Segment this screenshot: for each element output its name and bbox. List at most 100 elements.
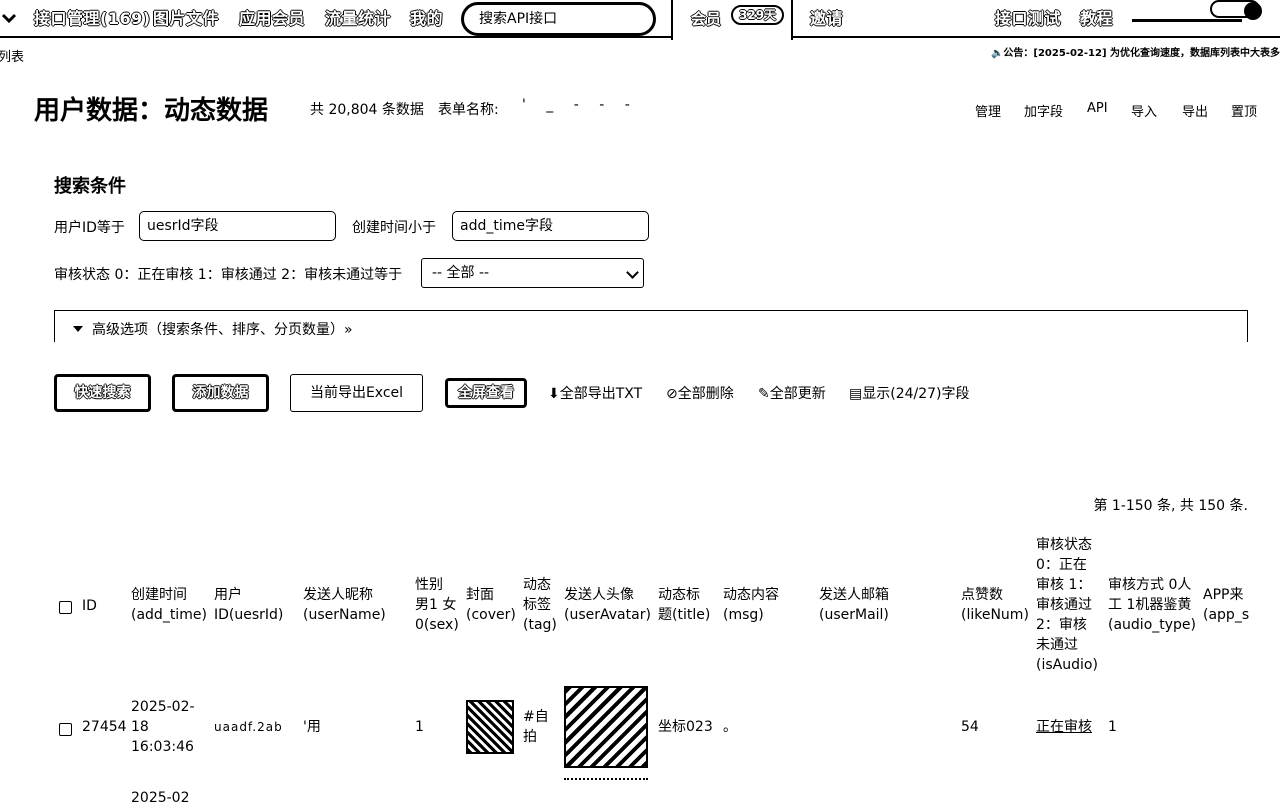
col-label: 0(sex)	[415, 617, 459, 633]
form-name-label: 表单名称:	[438, 102, 499, 118]
col-sex[interactable]: 性别 男1 女 0(sex)	[415, 575, 459, 635]
cell-text: 2025-02-	[131, 699, 195, 715]
update-all-label: 全部更新	[769, 386, 826, 402]
col-label: 工 1机器鉴黄	[1108, 597, 1192, 613]
col-label: 点赞数	[961, 587, 1003, 603]
user-id-input[interactable]: uesrId字段	[139, 211, 336, 241]
col-user-avatar[interactable]: 发送人头像 (userAvatar)	[564, 585, 651, 625]
col-label: (app_s	[1203, 607, 1250, 623]
pagination-summary: 第 1-150 条, 共 150 条.	[1093, 498, 1248, 514]
fullscreen-button[interactable]: 全屏查看	[445, 378, 527, 408]
col-title[interactable]: 动态标 题(title)	[658, 585, 710, 625]
audit-status-link[interactable]: 正在审核	[1036, 717, 1092, 737]
chevron-down-icon[interactable]	[0, 8, 18, 28]
quick-search-button[interactable]: 快速搜索	[54, 374, 151, 412]
col-label: 发送人昵称	[303, 587, 373, 603]
cell-id: 27454	[82, 719, 127, 735]
col-id[interactable]: ID	[82, 596, 97, 616]
col-label: 创建时间	[131, 587, 187, 603]
nav-api-manage[interactable]: 接口管理(169)	[34, 6, 151, 32]
vip-tab[interactable]: 会员 329天	[671, 0, 793, 40]
col-like-num[interactable]: 点赞数 (likeNum)	[961, 585, 1029, 625]
row-checkbox[interactable]	[59, 723, 72, 736]
user-avatar-image[interactable]	[564, 686, 648, 768]
col-label: (userAvatar)	[564, 607, 651, 623]
col-msg[interactable]: 动态内容 (msg)	[723, 585, 779, 625]
select-all-checkbox[interactable]	[59, 601, 72, 614]
export-excel-button[interactable]: 当前导出Excel	[290, 374, 423, 412]
col-label: 题(title)	[658, 607, 711, 623]
advanced-options[interactable]: 高级选项（搜索条件、排序、分页数量）»	[54, 310, 1248, 342]
delete-all-link[interactable]: ⊘全部删除	[666, 383, 734, 403]
action-export[interactable]: 导出	[1182, 101, 1208, 120]
col-user-id[interactable]: 用户 ID(uesrId)	[214, 585, 283, 625]
col-label: 0：正在	[1036, 557, 1087, 573]
col-label: 审核通过	[1036, 597, 1092, 613]
col-tag[interactable]: 动态 标签 (tag)	[523, 575, 557, 635]
col-user-name[interactable]: 发送人昵称 (userName)	[303, 585, 386, 625]
cell-sex: 1	[415, 719, 424, 735]
nav-mine[interactable]: 我的	[410, 6, 443, 32]
nav-app-members[interactable]: 应用会员	[239, 6, 305, 32]
col-label: 动态标	[658, 587, 700, 603]
user-avatar-image[interactable]	[564, 778, 648, 798]
col-label: 2：审核	[1036, 617, 1087, 633]
col-label: (audio_type)	[1108, 617, 1196, 633]
col-label: 动态	[523, 577, 551, 593]
vip-label: 会员	[691, 10, 722, 28]
col-label: 用户	[214, 587, 242, 603]
col-label: 性别	[415, 577, 443, 593]
add-time-label: 创建时间小于	[352, 220, 436, 236]
col-is-audio[interactable]: 审核状态 0：正在 审核 1： 审核通过 2：审核 未通过 (isAudio)	[1036, 535, 1098, 675]
col-label: (cover)	[466, 607, 516, 623]
search-input[interactable]: 搜索API接口	[461, 2, 656, 36]
col-label: (likeNum)	[961, 607, 1029, 623]
page-title: 用户数据：动态数据	[34, 96, 269, 126]
col-label: 标签	[523, 597, 551, 613]
cell-audio-type: 1	[1108, 719, 1117, 735]
avatar[interactable]	[1244, 2, 1262, 20]
audit-status-selected: -- 全部 --	[432, 265, 490, 281]
audit-status-select[interactable]: -- 全部 --	[421, 258, 644, 288]
col-cover[interactable]: 封面 (cover)	[466, 585, 516, 625]
action-manage[interactable]: 管理	[975, 101, 1001, 120]
action-pin-top[interactable]: 置顶	[1231, 101, 1257, 120]
cell-text: 拍	[523, 729, 537, 745]
nav-api-test[interactable]: 接口测试	[995, 6, 1061, 32]
col-add-time[interactable]: 创建时间 (add_time)	[131, 585, 207, 625]
cell-title: 坐标023	[658, 719, 713, 735]
chevron-down-icon	[626, 266, 639, 279]
cover-image[interactable]	[466, 700, 514, 754]
cell-tag: #自 拍	[523, 707, 549, 747]
action-add-field[interactable]: 加字段	[1024, 101, 1063, 120]
vip-days-badge: 329天	[731, 5, 785, 25]
col-label: 动态内容	[723, 587, 779, 603]
nav-tutorial[interactable]: 教程	[1080, 6, 1113, 32]
update-all-link[interactable]: ✎全部更新	[758, 383, 826, 403]
col-label: ID(uesrId)	[214, 607, 284, 623]
cell-user-name: '用	[303, 719, 321, 735]
nav-images[interactable]: 图片文件	[153, 6, 219, 32]
download-icon: ⬇	[548, 386, 560, 402]
cell-add-time: 2025-02- 18 16:03:46	[131, 697, 195, 757]
col-audio-type[interactable]: 审核方式 0人 工 1机器鉴黄 (audio_type)	[1108, 575, 1196, 635]
export-txt-link[interactable]: ⬇全部导出TXT	[548, 383, 642, 403]
add-data-button[interactable]: 添加数据	[172, 374, 269, 412]
export-txt-label: 全部导出TXT	[559, 386, 643, 402]
show-fields-link[interactable]: ▤显示(24/27)字段	[849, 383, 970, 403]
user-id-label: 用户ID等于	[54, 220, 125, 236]
notice-banner[interactable]: 🔈公告：[2025-02-12] 为优化查询速度，数据库列表中大表多	[991, 44, 1280, 59]
filter-icon	[73, 326, 83, 332]
col-label: (tag)	[523, 617, 557, 633]
add-time-input[interactable]: add_time字段	[452, 211, 649, 241]
col-app-source[interactable]: APP来 (app_s	[1203, 585, 1280, 625]
nav-invite[interactable]: 邀请	[810, 6, 843, 32]
action-api[interactable]: API	[1087, 101, 1108, 116]
nav-traffic-stats[interactable]: 流量统计	[325, 6, 391, 32]
form-name-value: ' _ - - -	[522, 97, 638, 113]
col-user-mail[interactable]: 发送人邮箱 (userMail)	[819, 585, 889, 625]
edit-icon: ✎	[758, 386, 770, 402]
list-icon: ▤	[849, 386, 863, 402]
action-import[interactable]: 导入	[1131, 101, 1157, 120]
breadcrumb[interactable]: 列表	[0, 46, 24, 65]
